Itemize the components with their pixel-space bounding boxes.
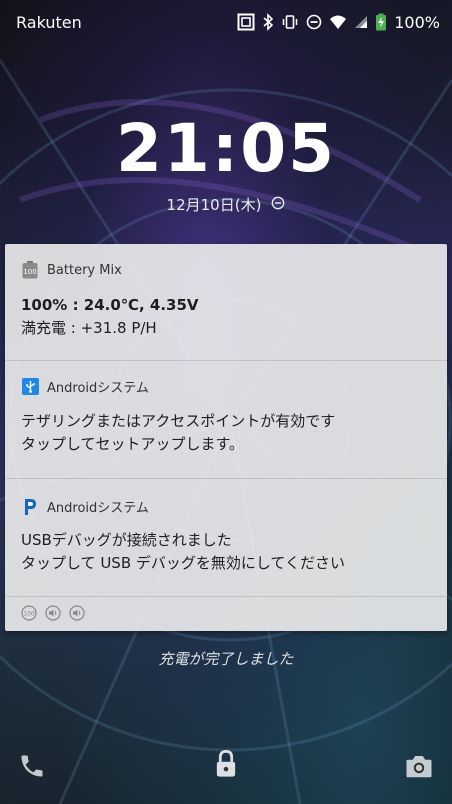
notification-usb-debug[interactable]: Androidシステム USBデバッグが接続されました タップして USB デバ… (5, 479, 447, 597)
notification-text: タップしてセットアップします。 (21, 435, 245, 453)
charge-status-text: 充電が完了しました (158, 650, 294, 668)
app-name: Battery Mix (47, 262, 122, 278)
notification-text: 満充電 : +31.8 P/H (21, 319, 157, 337)
battery-charging-icon (375, 13, 387, 31)
app-name: Androidシステム (47, 501, 149, 516)
app-name: Androidシステム (47, 381, 149, 396)
dnd-icon (271, 196, 285, 214)
notification-header: Androidシステム (21, 377, 149, 396)
status-bar: Rakuten 100% (0, 0, 452, 44)
p-icon (21, 498, 39, 516)
notification-title: テザリングまたはアクセスポイントが有効です (21, 412, 336, 430)
nfc-icon (237, 13, 255, 31)
battery-mix-icon: 100 (21, 261, 39, 279)
bottom-shortcuts (0, 738, 452, 804)
svg-text:100: 100 (23, 268, 36, 276)
volume-icon (69, 605, 85, 625)
notification-tethering[interactable]: Androidシステム テザリングまたはアクセスポイントが有効です タップしてセ… (5, 361, 447, 479)
wifi-icon (329, 14, 347, 30)
camera-icon[interactable] (404, 752, 434, 784)
battery-percent: 100% (394, 12, 440, 32)
notification-title: 100% : 24.0℃, 4.35V (21, 296, 199, 314)
status-icons: 100% (237, 13, 440, 32)
lockscreen-date: 12月10日(木) (166, 196, 262, 214)
svg-text:100: 100 (23, 611, 35, 618)
notification-title: USBデバッグが接続されました (21, 531, 232, 549)
date-row: 12月10日(木) (0, 194, 452, 215)
notification-battery-mix[interactable]: 100 Battery Mix 100% : 24.0℃, 4.35V 満充電 … (5, 244, 447, 361)
dnd-icon (306, 14, 322, 30)
notification-body: テザリングまたはアクセスポイントが有効です タップしてセットアップします。 (21, 410, 431, 456)
notification-panel: 100 Battery Mix 100% : 24.0℃, 4.35V 満充電 … (5, 244, 447, 631)
notification-header: Androidシステム (21, 497, 149, 516)
notification-text: タップして USB デバッグを無効にしてください (21, 554, 345, 572)
usb-icon (21, 378, 39, 396)
vibrate-icon (281, 13, 299, 31)
volume-icon (45, 605, 61, 625)
notification-header: 100 Battery Mix (21, 261, 122, 279)
lock-icon (212, 748, 240, 784)
lockscreen-clock: 21:05 (115, 110, 337, 187)
overflow-icons[interactable]: 100 (21, 605, 85, 625)
battery-mix-small-icon: 100 (21, 605, 37, 625)
notification-body: USBデバッグが接続されました タップして USB デバッグを無効にしてください (21, 529, 431, 575)
phone-icon[interactable] (18, 752, 46, 784)
bluetooth-icon (262, 13, 274, 31)
carrier-name: Rakuten (16, 12, 82, 32)
signal-icon (354, 15, 368, 29)
notification-body: 100% : 24.0℃, 4.35V 満充電 : +31.8 P/H (21, 294, 431, 340)
